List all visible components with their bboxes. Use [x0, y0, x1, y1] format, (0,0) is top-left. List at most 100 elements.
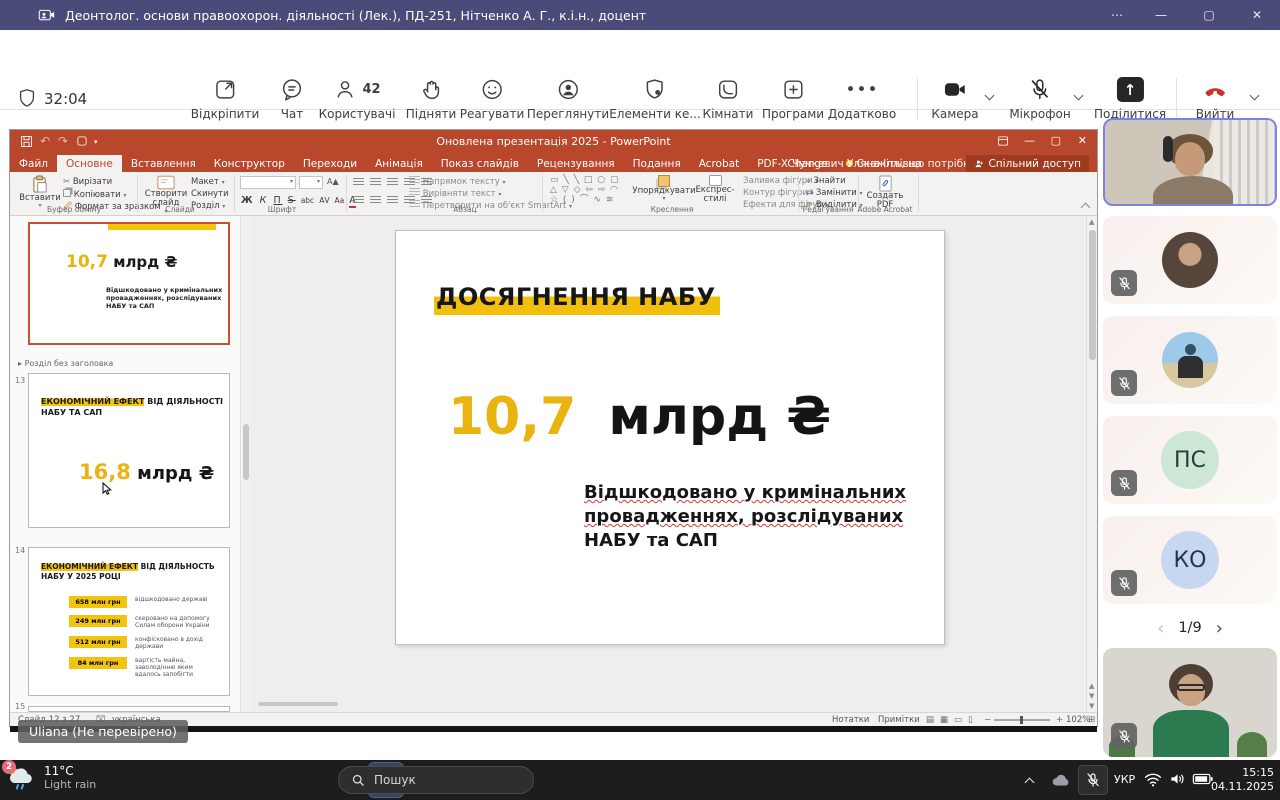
grow-font-icon[interactable]: А▲ — [327, 177, 339, 186]
font-size-select[interactable]: ▾ — [299, 176, 323, 189]
unpin-button[interactable]: Відкріпити — [191, 77, 260, 121]
bold-button[interactable]: Ж — [241, 195, 255, 206]
tab-design[interactable]: Конструктор — [205, 155, 294, 172]
undo-icon[interactable]: ↶ — [40, 134, 50, 148]
leave-chevron-icon[interactable] — [1250, 91, 1260, 101]
smartart-button[interactable]: Перетворити на об'єкт SmartArt ▾ — [409, 200, 572, 211]
tab-file[interactable]: Файл — [10, 155, 57, 172]
zoom-out-icon[interactable]: − — [984, 715, 991, 725]
next-page-icon[interactable]: › — [1216, 618, 1223, 639]
tab-view[interactable]: Подання — [624, 155, 690, 172]
tray-expand-icon[interactable] — [1025, 778, 1035, 788]
share-button[interactable]: ↑ Поділитися — [1094, 77, 1166, 121]
tab-insert[interactable]: Вставлення — [122, 155, 205, 172]
normal-view-icon[interactable]: ▤ — [926, 715, 934, 725]
slide-thumbnail-12[interactable]: 10,7 млрд ₴ Відшкодовано у кримінальних … — [28, 222, 230, 345]
shapes-gallery[interactable]: ▭ ╲ ╲ □ ○ ▢△ ▽ ◇ ⇦ ⇨ ◠☆ ( ) ⌒ ∿ ≋ — [550, 175, 630, 205]
bullets-icon[interactable] — [353, 178, 364, 186]
raise-hand-button[interactable]: Підняти — [406, 77, 457, 121]
qat-dropdown-icon[interactable]: ▾ — [94, 138, 98, 146]
wifi-icon[interactable] — [1143, 770, 1163, 788]
tab-home[interactable]: Основне — [57, 155, 122, 172]
align-text-button[interactable]: Вирівняти текст ▾ — [409, 188, 501, 199]
ppt-minimize-icon[interactable]: — — [1024, 134, 1035, 147]
tab-transitions[interactable]: Переходи — [294, 155, 366, 172]
reading-view-icon[interactable]: ▭ — [954, 715, 962, 725]
cut-button[interactable]: ✂ Вирізати — [63, 177, 112, 187]
slide-thumbnail-14[interactable]: ЕКОНОМІЧНИЙ ЕФЕКТ ВІД ДІЯЛЬНОСТЬ НАБУ У … — [28, 547, 230, 696]
close-icon[interactable]: ✕ — [1234, 0, 1280, 30]
ppt-maximize-icon[interactable]: ▢ — [1051, 134, 1061, 147]
camera-chevron-icon[interactable] — [985, 91, 995, 101]
ppt-close-icon[interactable]: ✕ — [1078, 134, 1087, 147]
comments-button[interactable]: Примітки — [878, 715, 920, 725]
prev-page-icon[interactable]: ‹ — [1157, 618, 1164, 639]
tab-slideshow[interactable]: Показ слайдів — [432, 155, 528, 172]
align-center-icon[interactable] — [370, 196, 381, 204]
copy-button[interactable]: Копіювати ▾ — [63, 189, 126, 200]
apps-button[interactable]: Програми — [762, 77, 824, 121]
quick-styles-button[interactable]: Експрес-стилі — [692, 175, 738, 205]
slideshow-icon[interactable]: ▯ — [968, 715, 973, 725]
react-button[interactable]: Реагувати — [460, 77, 525, 121]
tab-review[interactable]: Рецензування — [528, 155, 624, 172]
section-header[interactable]: ▸ Розділ без заголовка — [18, 359, 113, 368]
align-right-icon[interactable] — [387, 196, 398, 204]
arrange-button[interactable]: Упорядкувати▾ — [638, 175, 690, 203]
align-left-icon[interactable] — [353, 196, 364, 204]
participant-tile-4[interactable]: ПС — [1103, 416, 1277, 504]
touch-mode-icon[interactable] — [76, 135, 88, 147]
participant-tile-6[interactable] — [1103, 648, 1277, 757]
replace-button[interactable]: ⇄ Замінити ▾ — [806, 188, 863, 198]
minimize-icon[interactable]: — — [1138, 0, 1184, 30]
find-button[interactable]: ⌕ Знайти — [806, 176, 846, 186]
tray-mic-muted-icon[interactable] — [1078, 765, 1108, 795]
participants-button[interactable]: 42 Користувачі — [319, 77, 396, 121]
slide-canvas[interactable]: ДОСЯГНЕННЯ НАБУ 10,7 млрд ₴ Відшкодовано… — [395, 230, 945, 645]
panel-scrollbar[interactable] — [240, 216, 250, 712]
text-direction-button[interactable]: Напрямок тексту ▾ — [409, 176, 506, 187]
ppt-share-button[interactable]: Спільний доступ — [966, 155, 1089, 172]
chat-button[interactable]: Чат — [280, 77, 305, 121]
camera-button[interactable]: Камера — [931, 77, 978, 121]
rooms-button[interactable]: Кімнати — [703, 77, 754, 121]
mic-button[interactable]: Мікрофон — [1009, 77, 1070, 121]
more-button[interactable]: ••• Додатково — [828, 77, 896, 121]
numbering-icon[interactable] — [370, 178, 381, 186]
change-case-button[interactable]: Aa — [335, 196, 345, 205]
layout-button[interactable]: Макет ▾ — [191, 177, 225, 187]
participant-tile-2[interactable] — [1103, 216, 1277, 304]
titlebar-more-icon[interactable]: ⋯ — [1094, 0, 1140, 30]
reset-button[interactable]: Скинути — [191, 189, 229, 199]
collapse-ribbon-icon[interactable] — [1081, 203, 1091, 213]
ribbon-display-icon[interactable] — [997, 135, 1009, 147]
shape-outline-button[interactable]: Контур фігури ▾ — [743, 188, 814, 198]
slide-thumbnail-13[interactable]: ЕКОНОМІЧНИЙ ЕФЕКТ ВІД ДІЯЛЬНОСТІ НАБУ ТА… — [28, 373, 230, 528]
section-button[interactable]: Розділ ▾ — [191, 201, 225, 211]
shadow-button[interactable]: abc — [301, 196, 314, 205]
zoom-in-icon[interactable]: + — [1056, 715, 1063, 725]
view-button[interactable]: Переглянути — [527, 77, 609, 121]
horizontal-scrollbar[interactable] — [258, 702, 338, 706]
slide-sorter-icon[interactable]: ▦ — [940, 715, 948, 725]
canvas-scrollbar[interactable]: ▲ ▲ ▼ ▼ — [1086, 216, 1097, 712]
participant-tile-3[interactable] — [1103, 316, 1277, 404]
participant-tile-5[interactable]: КО — [1103, 516, 1277, 604]
indent-less-icon[interactable] — [387, 178, 398, 186]
notes-button[interactable]: Нотатки — [832, 715, 869, 725]
clock-widget[interactable]: 15:15 04.11.2025 — [1211, 766, 1274, 794]
mic-chevron-icon[interactable] — [1074, 91, 1084, 101]
language-indicator[interactable]: УКР — [1114, 773, 1135, 786]
maximize-icon[interactable]: ▢ — [1186, 0, 1232, 30]
zoom-slider-thumb[interactable] — [1020, 716, 1023, 724]
volume-icon[interactable] — [1168, 770, 1188, 788]
redo-icon[interactable]: ↷ — [58, 134, 68, 148]
leave-button[interactable]: Вийти — [1196, 77, 1235, 121]
control-elements-button[interactable]: Елементи ке... — [609, 77, 701, 121]
weather-widget[interactable]: 2 11°C Light rain — [6, 763, 96, 793]
fit-window-icon[interactable]: ⊞ — [1088, 715, 1095, 725]
save-icon[interactable] — [20, 135, 33, 148]
tab-acrobat[interactable]: Acrobat — [690, 155, 749, 172]
onedrive-cloud-icon[interactable] — [1050, 770, 1072, 790]
char-spacing-button[interactable]: АV — [319, 196, 329, 205]
